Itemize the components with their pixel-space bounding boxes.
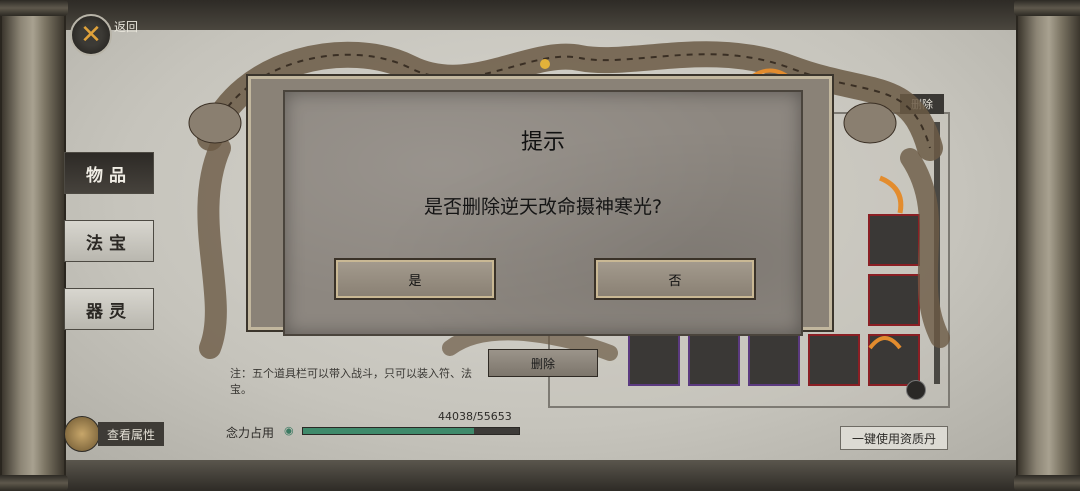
- tab-treasures[interactable]: 法宝: [64, 220, 154, 262]
- confirm-no-button[interactable]: 否: [594, 258, 756, 300]
- tab-artifact-spirits[interactable]: 器灵: [64, 288, 154, 330]
- avatar-icon[interactable]: [64, 416, 100, 452]
- confirm-yes-button[interactable]: 是: [334, 258, 496, 300]
- inventory-slot[interactable]: [688, 334, 740, 386]
- power-bar: [302, 427, 520, 435]
- pillar-cap: [0, 0, 68, 16]
- delete-tag[interactable]: 删除: [900, 94, 944, 114]
- scroll-knob[interactable]: [906, 380, 926, 400]
- back-button[interactable]: ✕: [70, 14, 112, 56]
- power-value: 44038/55653: [438, 410, 512, 423]
- eye-icon[interactable]: ◉: [284, 424, 294, 437]
- dialog-title: 提示: [520, 130, 565, 155]
- power-label: 念力占用: [226, 426, 275, 440]
- use-all-pills-button[interactable]: 一键使用资质丹: [840, 426, 948, 450]
- inventory-slot[interactable]: [868, 274, 920, 326]
- inventory-slot[interactable]: [628, 334, 680, 386]
- view-attributes-button[interactable]: 查看属性: [98, 422, 164, 446]
- close-icon: ✕: [80, 20, 102, 50]
- inventory-note: 注：五个道具栏可以带入战斗，只可以装入符、法宝。: [230, 367, 472, 396]
- bottom-frame: [0, 460, 1080, 491]
- inventory-slot[interactable]: [748, 334, 800, 386]
- inventory-slot[interactable]: [808, 334, 860, 386]
- pillar-cap: [0, 475, 68, 491]
- power-bar-fill: [303, 428, 474, 434]
- dialog-message: 是否删除逆天改命摄神寒光?: [423, 196, 663, 218]
- left-pillar: [0, 0, 68, 491]
- inventory-scrollbar[interactable]: [934, 122, 940, 384]
- back-label[interactable]: 返回: [114, 18, 138, 35]
- right-pillar: [1014, 0, 1080, 491]
- top-frame: [0, 0, 1080, 30]
- pillar-cap: [1014, 0, 1080, 16]
- inventory-slot[interactable]: [868, 334, 920, 386]
- inventory-slot[interactable]: [868, 214, 920, 266]
- tab-items[interactable]: 物品: [64, 152, 154, 194]
- delete-button[interactable]: 删除: [488, 349, 598, 377]
- pillar-cap: [1014, 475, 1080, 491]
- confirm-dialog: 提示 是否删除逆天改命摄神寒光? 是 否: [283, 90, 803, 336]
